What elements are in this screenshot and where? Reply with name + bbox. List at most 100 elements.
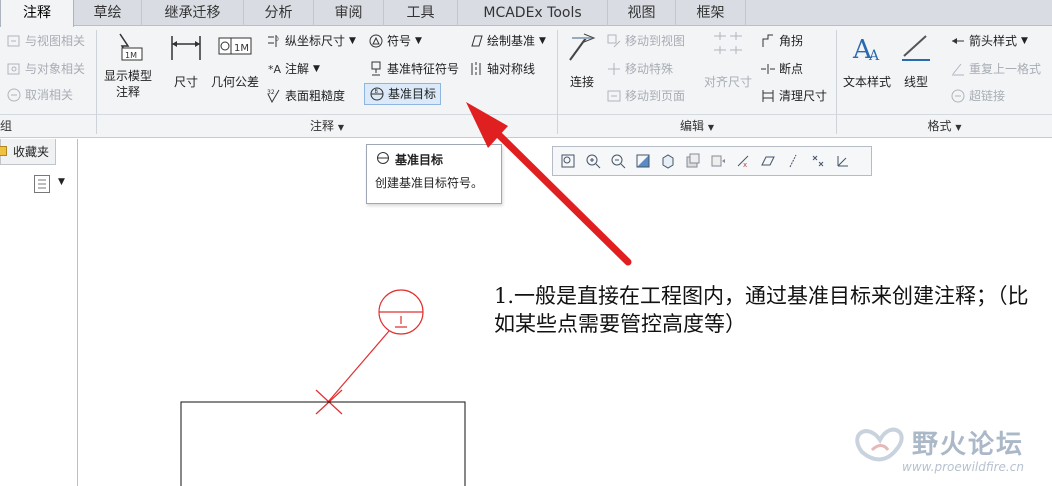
watermark-title: 野火论坛 xyxy=(912,430,1025,460)
arrow-style-button[interactable]: 箭头样式 ▼ xyxy=(950,30,1028,52)
ordinate-dimension-icon: 0 xyxy=(266,33,282,49)
ordinate-dimension-button[interactable]: 0 纵坐标尺寸 ▼ xyxy=(266,30,356,52)
tab-review[interactable]: 审阅 xyxy=(314,0,384,26)
group-footer-edit[interactable]: 编辑 ▼ xyxy=(558,114,836,138)
svg-text:1M: 1M xyxy=(234,43,249,54)
zoom-in-icon[interactable] xyxy=(582,150,604,172)
svg-text:32: 32 xyxy=(267,89,275,96)
tab-sketch[interactable]: 草绘 xyxy=(74,0,142,26)
show-model-annotations-button[interactable]: 1M 显示模型 注释 xyxy=(100,30,156,100)
draw-datum-button[interactable]: 绘制基准 ▼ xyxy=(468,30,546,52)
ordinate-dimension-label: 纵坐标尺寸 xyxy=(285,34,346,48)
favorites-tab[interactable]: 收藏夹 xyxy=(0,139,56,165)
geometric-tolerance-button[interactable]: 1M 几何公差 xyxy=(208,30,262,90)
tab-mcadex-tools[interactable]: MCADEx Tools xyxy=(458,0,608,26)
text-style-button[interactable]: AA 文本样式 xyxy=(842,30,892,90)
axis-symmetry-button[interactable]: 轴对称线 xyxy=(468,58,535,80)
break-button[interactable]: 断点 xyxy=(760,58,803,80)
ribbon-tab-bar: 注释 草绘 继承迁移 分析 审阅 工具 MCADEx Tools 视图 框架 xyxy=(0,0,1052,27)
datum-target-symbol xyxy=(315,289,424,415)
refit-icon[interactable] xyxy=(557,150,579,172)
repeat-last-format-label: 重复上一格式 xyxy=(969,62,1042,76)
tooltip-title-row: 基准目标 xyxy=(375,151,493,168)
axis-symmetry-label: 轴对称线 xyxy=(487,62,536,76)
symbol-button[interactable]: 符号 ▼ xyxy=(368,30,422,52)
tab-framework[interactable]: 框架 xyxy=(676,0,746,26)
graphics-toolbar: x xyxy=(552,146,872,176)
datum-feature-symbol-button[interactable]: 基准特征符号 xyxy=(368,58,459,80)
repeat-last-format-button[interactable]: 重复上一格式 xyxy=(950,58,1041,80)
clean-dimensions-button[interactable]: 清理尺寸 xyxy=(760,85,827,107)
surface-finish-button[interactable]: 32 表面粗糙度 xyxy=(266,85,345,107)
dimension-button[interactable]: 尺寸 xyxy=(166,30,206,90)
datum-target-icon xyxy=(375,151,391,168)
datum-target-button[interactable]: B 基准目标 xyxy=(364,83,442,105)
dimension-icon xyxy=(168,30,204,64)
datum-feature-symbol-icon xyxy=(368,61,384,77)
text-style-icon: AA xyxy=(849,30,885,65)
move-special-button[interactable]: 移动特殊 xyxy=(606,58,673,80)
line-style-button[interactable]: 线型 xyxy=(896,30,936,90)
saved-views-icon[interactable] xyxy=(682,150,704,172)
chevron-down-icon: ▼ xyxy=(707,123,714,132)
tab-view[interactable]: 视图 xyxy=(608,0,676,26)
watermark: 野火论坛 www.proewildfire.cn xyxy=(842,420,1052,480)
hyperlink-button[interactable]: 超链接 xyxy=(950,85,1005,107)
arrow-style-icon xyxy=(950,33,966,49)
move-to-view-label: 移动到视图 xyxy=(625,34,686,48)
connect-button[interactable]: 连接 xyxy=(562,30,602,90)
plane-display-icon[interactable] xyxy=(757,150,779,172)
hyperlink-label: 超链接 xyxy=(969,89,1006,103)
svg-text:B: B xyxy=(375,89,379,95)
show-model-annotations-icon: 1M xyxy=(110,30,146,64)
jog-button[interactable]: 角拐 xyxy=(760,30,803,52)
favorites-label: 收藏夹 xyxy=(13,145,50,159)
group-footer-format[interactable]: 格式 ▼ xyxy=(837,114,1052,138)
axis-display-icon[interactable] xyxy=(782,150,804,172)
move-special-icon xyxy=(606,61,622,77)
datum-display-icon[interactable]: x xyxy=(732,150,754,172)
tab-tools[interactable]: 工具 xyxy=(384,0,458,26)
tab-analysis[interactable]: 分析 xyxy=(244,0,314,26)
chevron-down-icon: ▼ xyxy=(539,36,546,46)
zoom-out-icon[interactable] xyxy=(607,150,629,172)
svg-text:x: x xyxy=(743,161,747,169)
svg-text:1M: 1M xyxy=(125,51,137,60)
tab-annotate[interactable]: 注释 xyxy=(0,0,74,27)
note-button[interactable]: *A 注解 ▼ xyxy=(266,58,320,80)
chevron-down-icon[interactable]: ▼ xyxy=(58,177,65,187)
unlink-label: 取消相关 xyxy=(25,88,74,102)
tooltip-description: 创建基准目标符号。 xyxy=(375,176,484,190)
unlink-button[interactable]: 取消相关 xyxy=(6,84,73,106)
repaint-icon[interactable] xyxy=(632,150,654,172)
text-style-label: 文本样式 xyxy=(842,75,891,89)
hyperlink-icon xyxy=(950,88,966,104)
csys-display-icon[interactable] xyxy=(832,150,854,172)
datum-target-tooltip: 基准目标 创建基准目标符号。 xyxy=(366,144,502,204)
link-to-object-button[interactable]: 与对象相关 xyxy=(6,58,85,80)
tab-legacy-migration[interactable]: 继承迁移 xyxy=(142,0,244,26)
align-dimensions-label: 对齐尺寸 xyxy=(703,75,752,89)
move-to-page-icon xyxy=(606,88,622,104)
break-icon xyxy=(760,61,776,77)
datum-feature-symbol-label: 基准特征符号 xyxy=(387,62,460,76)
move-to-view-button[interactable]: 移动到视图 xyxy=(606,30,685,52)
list-view-icon[interactable] xyxy=(34,175,50,193)
surface-finish-icon: 32 xyxy=(266,88,282,104)
move-to-page-button[interactable]: 移动到页面 xyxy=(606,85,685,107)
view-manager-icon[interactable] xyxy=(707,150,729,172)
geometric-tolerance-icon: 1M xyxy=(217,30,253,64)
link-object-icon xyxy=(6,61,22,77)
point-display-icon[interactable] xyxy=(807,150,829,172)
link-to-view-button[interactable]: 与视图相关 xyxy=(6,30,85,52)
align-dimensions-button[interactable]: 对齐尺寸 xyxy=(702,30,754,90)
arrow-style-label: 箭头样式 xyxy=(969,34,1018,48)
group-footer-annotation[interactable]: 注释 ▼ xyxy=(97,114,557,138)
instruction-note: 1.一般是直接在工程图内，通过基准目标来创建注释；（比如某些点需要管控高度等） xyxy=(494,284,1029,336)
tooltip-title: 基准目标 xyxy=(395,153,444,167)
draw-datum-label: 绘制基准 xyxy=(487,34,536,48)
move-to-page-label: 移动到页面 xyxy=(625,89,686,103)
display-style-icon[interactable] xyxy=(657,150,679,172)
clean-dimensions-label: 清理尺寸 xyxy=(779,89,828,103)
note-icon: *A xyxy=(266,61,282,77)
